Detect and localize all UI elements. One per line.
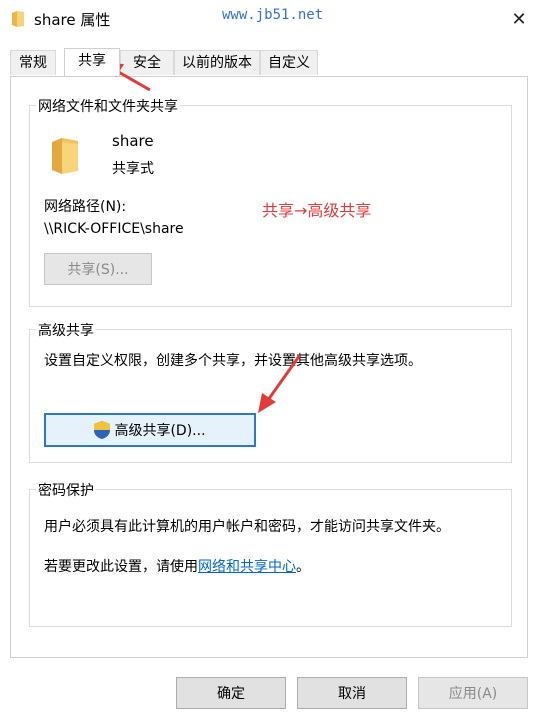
tab-sharing[interactable]: 共享: [64, 48, 120, 76]
network-sharing-center-link[interactable]: 网络和共享中心: [198, 559, 296, 575]
title-bar: share 属性 www.jb51.net ✕: [0, 0, 538, 38]
password-change-prefix: 若要更改此设置，请使用: [44, 559, 198, 575]
close-button[interactable]: ✕: [500, 2, 538, 36]
advanced-share-group: 高级共享 设置自定义权限，创建多个共享，并设置其他高级共享选项。 高级共享(D)…: [29, 320, 512, 463]
advanced-share-description: 设置自定义权限，创建多个共享，并设置其他高级共享选项。: [44, 353, 422, 369]
tab-customize[interactable]: 自定义: [260, 50, 318, 75]
cancel-button[interactable]: 取消: [297, 677, 407, 709]
ok-button[interactable]: 确定: [176, 677, 286, 709]
share-button[interactable]: 共享(S)...: [44, 253, 152, 285]
tab-panel: 网络文件和文件夹共享 share 共享式 网络路径(N): \\RICK-OFF…: [10, 76, 528, 658]
tab-general[interactable]: 常规: [10, 50, 56, 75]
advanced-share-button-label: 高级共享(D)...: [114, 423, 206, 439]
password-group: 密码保护 用户必须具有此计算机的用户帐户和密码，才能访问共享文件夹。 若要更改此…: [29, 480, 512, 627]
folder-icon: [12, 11, 24, 27]
network-path-value: \\RICK-OFFICE\share: [44, 221, 184, 237]
folder-name: share: [112, 132, 154, 150]
password-change-suffix: 。: [296, 559, 310, 575]
password-group-label: 密码保护: [36, 480, 96, 500]
shield-icon: [94, 421, 111, 439]
watermark: www.jb51.net: [222, 7, 324, 23]
share-status: 共享式: [112, 161, 154, 177]
password-change-line: 若要更改此设置，请使用网络和共享中心。: [44, 556, 310, 576]
close-icon: ✕: [511, 8, 527, 30]
network-path-label: 网络路径(N):: [44, 199, 127, 215]
network-share-group: 网络文件和文件夹共享 share 共享式 网络路径(N): \\RICK-OFF…: [29, 96, 512, 307]
network-share-group-label: 网络文件和文件夹共享: [36, 96, 180, 116]
password-description: 用户必须具有此计算机的用户帐户和密码，才能访问共享文件夹。: [44, 519, 450, 535]
tab-security[interactable]: 安全: [120, 50, 174, 75]
window-title: share 属性: [34, 11, 111, 29]
advanced-share-group-label: 高级共享: [36, 320, 96, 340]
advanced-share-button[interactable]: 高级共享(D)...: [44, 413, 256, 447]
apply-button[interactable]: 应用(A): [418, 677, 528, 709]
tab-previous-versions[interactable]: 以前的版本: [174, 50, 260, 75]
annotation-text: 共享→高级共享: [262, 201, 372, 220]
folder-icon: [52, 138, 78, 174]
